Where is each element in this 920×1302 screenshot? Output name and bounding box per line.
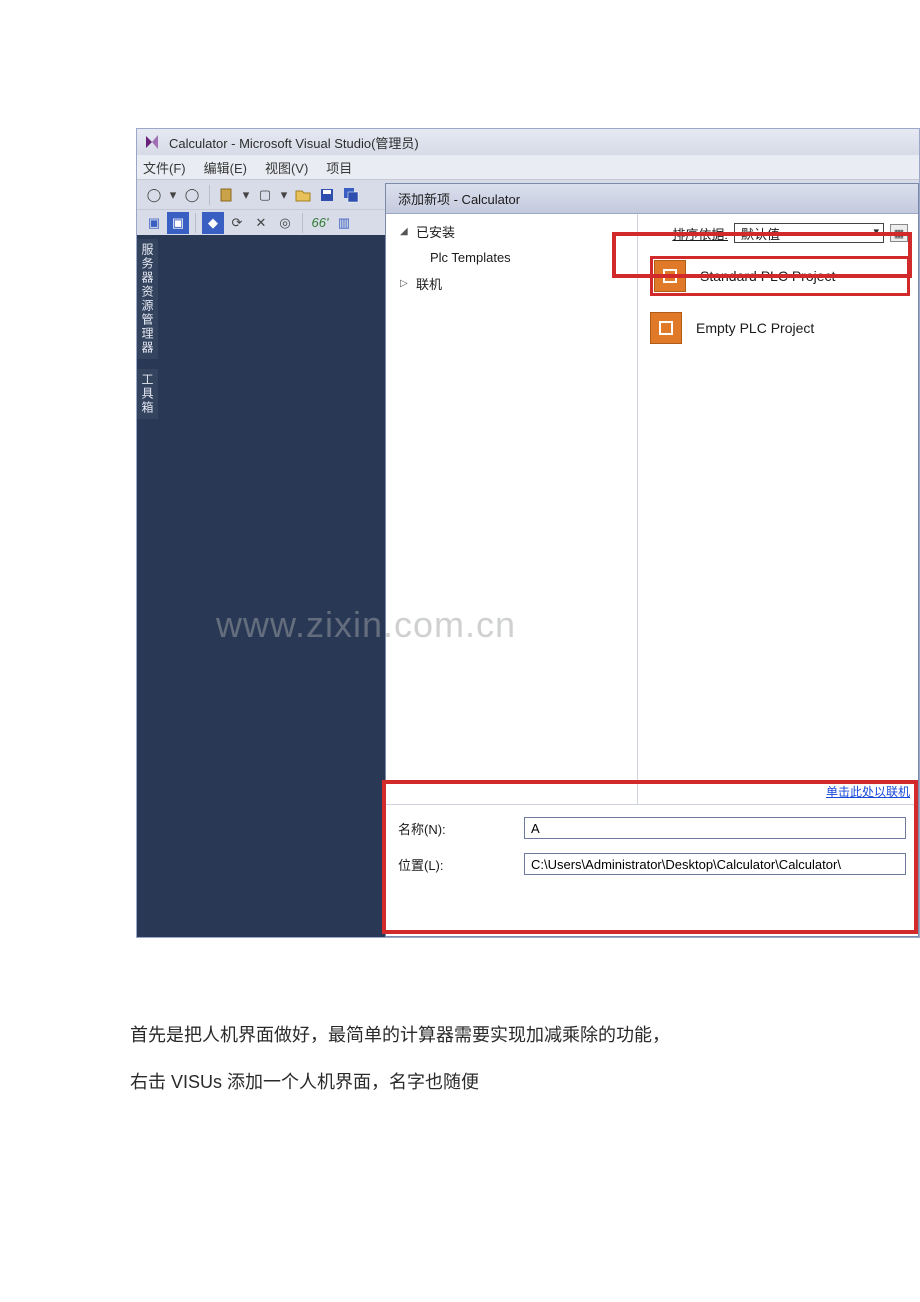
template-standard-plc-project[interactable]: Standard PLC Project xyxy=(650,256,910,296)
template-label: Empty PLC Project xyxy=(696,320,814,336)
dialog-form: 名称(N): 位置(L): xyxy=(386,804,918,893)
toolbar-icon[interactable]: ▥ xyxy=(333,212,355,234)
add-new-item-dialog: 添加新项 - Calculator ◢ 已安装 Plc Templates ▷ … xyxy=(385,183,919,937)
save-all-icon[interactable] xyxy=(340,184,362,206)
dialog-title: 添加新项 - Calculator xyxy=(386,184,918,214)
toolbar-icon[interactable]: ✕ xyxy=(250,212,272,234)
paragraph: 右击 VISUs 添加一个人机界面，名字也随便 xyxy=(130,1059,790,1106)
tree-label: 联机 xyxy=(416,274,442,293)
menu-project[interactable]: 项目 xyxy=(326,158,352,177)
location-input[interactable] xyxy=(524,853,906,875)
template-empty-plc-project[interactable]: Empty PLC Project xyxy=(650,308,910,348)
menu-edit[interactable]: 编辑(E) xyxy=(204,158,247,177)
tree-label: 已安装 xyxy=(416,222,455,241)
tree-node-online[interactable]: ▷ 联机 xyxy=(386,270,637,296)
template-list-panel: 排序依据: 默认值 ▦ Standard PLC Project xyxy=(638,214,918,804)
sort-by-dropdown[interactable]: 默认值 xyxy=(734,223,884,243)
view-mode-icon[interactable]: ▦ xyxy=(890,224,908,242)
dropdown-caret-icon[interactable]: ▾ xyxy=(240,184,252,206)
location-label: 位置(L): xyxy=(398,855,508,874)
paragraph: 首先是把人机界面做好，最简单的计算器需要实现加减乘除的功能， xyxy=(130,1012,790,1059)
toolbar-icon[interactable]: ◎ xyxy=(274,212,296,234)
dropdown-caret-icon[interactable]: ▾ xyxy=(278,184,290,206)
name-label: 名称(N): xyxy=(398,819,508,838)
tree-node-installed[interactable]: ◢ 已安装 xyxy=(386,218,637,244)
toolbar-icon[interactable]: ◆ xyxy=(202,212,224,234)
side-tab-toolbox[interactable]: 工具箱 xyxy=(137,369,158,419)
name-input[interactable] xyxy=(524,817,906,839)
tree-node-plc-templates[interactable]: Plc Templates xyxy=(386,244,637,270)
template-label: Standard PLC Project xyxy=(700,268,835,284)
window-title: Calculator - Microsoft Visual Studio(管理员… xyxy=(169,133,419,152)
expander-open-icon: ◢ xyxy=(400,226,410,237)
side-tab-group: 服务器资源管理器 工具箱 xyxy=(137,239,157,429)
menu-view[interactable]: 视图(V) xyxy=(265,158,308,177)
sort-by-value: 默认值 xyxy=(741,224,780,243)
refresh-icon[interactable]: ⟳ xyxy=(226,212,248,234)
template-category-tree: ◢ 已安装 Plc Templates ▷ 联机 xyxy=(386,214,638,804)
menu-file[interactable]: 文件(F) xyxy=(143,158,186,177)
tree-label: Plc Templates xyxy=(430,250,511,265)
project-template-icon xyxy=(650,312,682,344)
new-file-icon[interactable]: ▢ xyxy=(254,184,276,206)
new-project-icon[interactable] xyxy=(216,184,238,206)
project-template-icon xyxy=(654,260,686,292)
nav-back-icon[interactable]: ◯ xyxy=(143,184,165,206)
glasses-icon[interactable]: 66' xyxy=(309,212,331,234)
document-body-text: 首先是把人机界面做好，最简单的计算器需要实现加减乘除的功能， 右击 VISUs … xyxy=(130,1012,790,1106)
sort-by-label: 排序依据: xyxy=(672,224,728,243)
vs-window: Calculator - Microsoft Visual Studio(管理员… xyxy=(136,128,920,938)
vs-logo-icon xyxy=(143,133,161,151)
open-icon[interactable] xyxy=(292,184,314,206)
vs-menubar: 文件(F) 编辑(E) 视图(V) 项目 xyxy=(137,155,919,179)
expander-closed-icon: ▷ xyxy=(400,278,410,289)
toolbar-icon[interactable]: ▣ xyxy=(167,212,189,234)
nav-fwd-icon[interactable]: ◯ xyxy=(181,184,203,206)
vs-titlebar: Calculator - Microsoft Visual Studio(管理员… xyxy=(137,129,919,155)
search-online-link[interactable]: 单击此处以联机 xyxy=(826,783,910,800)
dropdown-caret-icon[interactable]: ▾ xyxy=(167,184,179,206)
save-icon[interactable] xyxy=(316,184,338,206)
side-tab-server-explorer[interactable]: 服务器资源管理器 xyxy=(137,239,158,359)
toolbar-icon[interactable]: ▣ xyxy=(143,212,165,234)
